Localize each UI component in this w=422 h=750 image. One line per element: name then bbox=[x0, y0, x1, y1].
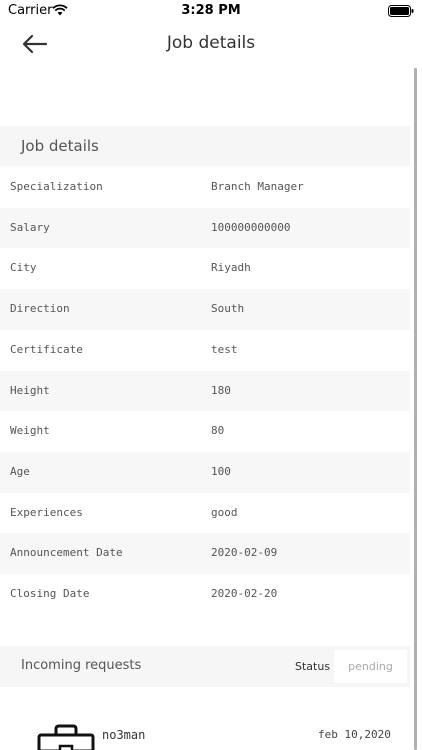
row-value: 2020-02-20 bbox=[211, 587, 278, 600]
briefcase-icon bbox=[37, 724, 95, 750]
detail-row-height: Height 180 bbox=[0, 370, 410, 412]
request-list-item[interactable]: no3man feb 10,2020 bbox=[0, 710, 410, 750]
row-value: 100 bbox=[211, 464, 231, 478]
row-label: Experiences bbox=[10, 505, 83, 519]
row-label: Announcement Date bbox=[10, 546, 123, 560]
scroll-indicator[interactable] bbox=[414, 68, 417, 750]
battery-icon bbox=[388, 5, 414, 17]
detail-row-certificate: Certificate test bbox=[0, 330, 410, 371]
job-details-title: Job details bbox=[21, 137, 99, 155]
row-value: 2020-02-09 bbox=[211, 546, 278, 560]
page-title: Job details bbox=[166, 33, 256, 53]
row-value: 180 bbox=[211, 383, 231, 397]
status-label: Status bbox=[295, 660, 331, 673]
row-label: Certificate bbox=[10, 342, 83, 356]
row-label: Height bbox=[10, 383, 50, 397]
row-label: Age bbox=[10, 464, 30, 478]
row-value: test bbox=[211, 342, 238, 356]
detail-row-experiences: Experiences good bbox=[0, 493, 410, 534]
navigation-bar: Job details bbox=[0, 22, 422, 66]
status-bar: Carrier 3:28 PM bbox=[0, 0, 422, 22]
detail-row-weight: Weight 80 bbox=[0, 411, 410, 452]
detail-row-specialization: Specialization Branch Manager bbox=[0, 167, 410, 208]
row-label: Closing Date bbox=[10, 587, 90, 600]
row-value: 80 bbox=[211, 424, 225, 438]
status-time: 3:28 PM bbox=[181, 3, 241, 18]
row-label: City bbox=[10, 261, 37, 275]
status-filter[interactable]: pending bbox=[334, 650, 407, 683]
detail-row-direction: Direction South bbox=[0, 289, 410, 330]
request-date: feb 10,2020 bbox=[318, 728, 391, 741]
row-label: Direction bbox=[10, 302, 70, 316]
detail-row-city: City Riyadh bbox=[0, 248, 410, 289]
detail-row-age: Age 100 bbox=[0, 451, 410, 493]
row-value: Riyadh bbox=[211, 261, 251, 275]
row-value: Branch Manager bbox=[211, 180, 304, 193]
request-name: no3man bbox=[102, 728, 146, 742]
incoming-requests-title: Incoming requests bbox=[21, 658, 142, 673]
row-label: Salary bbox=[10, 220, 50, 234]
detail-row-salary: Salary 100000000000 bbox=[0, 207, 410, 249]
detail-row-announcement-date: Announcement Date 2020-02-09 bbox=[0, 533, 410, 574]
row-label: Weight bbox=[10, 424, 50, 438]
row-value: South bbox=[211, 302, 245, 316]
row-label: Specialization bbox=[10, 180, 103, 193]
row-value: good bbox=[211, 505, 238, 519]
incoming-requests-header: Incoming requests Status pending bbox=[0, 646, 410, 687]
row-value: 100000000000 bbox=[211, 220, 291, 234]
detail-row-closing-date: Closing Date 2020-02-20 bbox=[0, 574, 410, 615]
job-details-header: Job details bbox=[0, 126, 410, 166]
